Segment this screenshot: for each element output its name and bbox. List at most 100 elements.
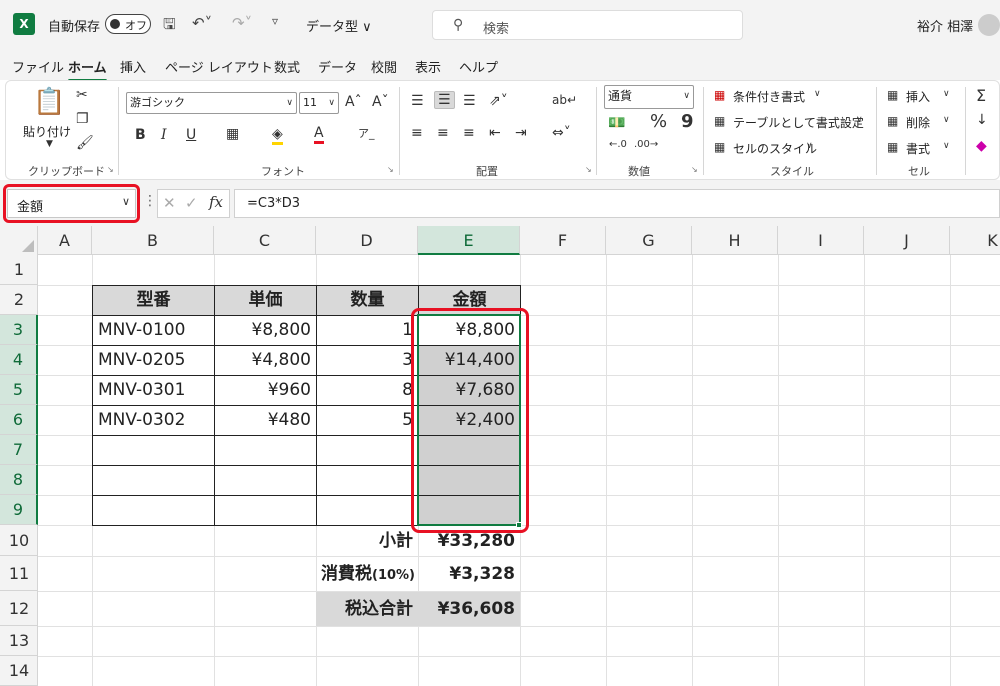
tab-data[interactable]: データ (318, 57, 357, 76)
table-cell[interactable] (92, 435, 215, 466)
table-cell[interactable]: ¥8,800 (214, 315, 317, 346)
percent-button[interactable]: % (650, 111, 667, 132)
align-top-icon[interactable]: ☰ (411, 93, 424, 109)
comma-style-button[interactable]: 9 (681, 111, 694, 132)
number-launcher-icon[interactable]: ↘ (691, 165, 698, 174)
conditional-format-icon[interactable]: ▦ (714, 88, 725, 102)
total-value[interactable]: ¥36,608 (418, 592, 520, 626)
tab-file[interactable]: ファイル (12, 57, 64, 76)
save-icon[interactable]: 🖫 (163, 14, 176, 39)
chevron-down-icon[interactable]: ∨ (856, 115, 863, 125)
number-format-combo[interactable]: 通貨 ∨ (604, 85, 694, 109)
table-cell[interactable] (316, 435, 419, 466)
document-title[interactable]: データ型 ∨ (306, 16, 372, 35)
table-cell[interactable]: MNV-0100 (92, 315, 215, 346)
font-name-combo[interactable]: 游ゴシック ∨ (126, 92, 297, 114)
copy-icon[interactable]: ❐ (76, 111, 89, 127)
row-header-5[interactable]: 5 (0, 375, 38, 405)
tab-formulas[interactable]: 数式 (274, 57, 300, 76)
table-cell[interactable]: MNV-0205 (92, 345, 215, 376)
table-header-quantity[interactable]: 数量 (316, 285, 419, 316)
table-cell[interactable] (92, 465, 215, 496)
cell-styles-button[interactable]: セルのスタイル (733, 140, 817, 157)
tab-review[interactable]: 校閲 (371, 57, 397, 76)
column-header-b[interactable]: B (92, 226, 214, 255)
undo-icon[interactable]: ↶˅ (192, 14, 212, 32)
row-header-7[interactable]: 7 (0, 435, 38, 465)
align-center-icon[interactable]: ≡ (437, 125, 449, 141)
borders-icon[interactable]: ▦ (226, 126, 239, 142)
tab-insert[interactable]: 挿入 (120, 57, 146, 76)
increase-indent-icon[interactable]: ⇥ (515, 125, 527, 141)
table-header-model[interactable]: 型番 (92, 285, 215, 316)
customize-qat-icon[interactable]: ▿ (272, 14, 278, 28)
table-cell[interactable]: ¥4,800 (214, 345, 317, 376)
column-header-d[interactable]: D (316, 226, 418, 255)
total-label[interactable]: 税込合計 (316, 592, 418, 626)
insert-cells-button[interactable]: 挿入 (906, 88, 930, 105)
tax-label-cell[interactable]: 消費税(10%) (316, 557, 418, 591)
bold-button[interactable]: B (135, 127, 146, 143)
column-header-e[interactable]: E (418, 226, 520, 255)
row-header-13[interactable]: 13 (0, 626, 38, 656)
phonetic-icon[interactable]: ア_ (358, 125, 375, 141)
align-middle-icon[interactable]: ☰ (434, 91, 455, 109)
chevron-down-icon[interactable]: ∨ (814, 89, 821, 99)
formula-input[interactable]: =C3*D3 (234, 189, 1000, 218)
cell-style-icon[interactable]: ▦ (714, 140, 725, 154)
align-left-icon[interactable]: ≡ (411, 125, 423, 141)
fill-color-icon[interactable]: ◈ (272, 126, 283, 145)
clipboard-launcher-icon[interactable]: ↘ (107, 165, 114, 174)
row-header-12[interactable]: 12 (0, 591, 38, 626)
chevron-down-icon[interactable]: ∨ (943, 115, 950, 125)
column-header-a[interactable]: A (38, 226, 92, 255)
row-header-8[interactable]: 8 (0, 465, 38, 495)
decrease-decimal-icon[interactable]: .00→ (634, 139, 658, 150)
increase-decimal-icon[interactable]: ←.0 (609, 139, 627, 150)
font-launcher-icon[interactable]: ↘ (387, 165, 394, 174)
cancel-icon[interactable]: ✕ (163, 194, 176, 212)
more-options-icon[interactable]: ⋮ (143, 193, 157, 209)
row-header-9[interactable]: 9 (0, 495, 38, 525)
decrease-indent-icon[interactable]: ⇤ (489, 125, 501, 141)
table-cell[interactable] (316, 495, 419, 526)
select-all-button[interactable] (0, 226, 38, 255)
fill-icon[interactable]: ↓ (976, 112, 988, 128)
column-header-c[interactable]: C (214, 226, 316, 255)
tax-value[interactable]: ¥3,328 (418, 557, 520, 591)
table-header-unit-price[interactable]: 単価 (214, 285, 317, 316)
table-cell[interactable] (92, 495, 215, 526)
italic-button[interactable]: I (161, 127, 167, 143)
delete-cells-button[interactable]: 削除 (906, 114, 930, 131)
search-box[interactable]: ⚲ 検索 (432, 10, 743, 40)
avatar[interactable] (978, 14, 1000, 36)
tab-page-layout[interactable]: ページ レイアウト (165, 57, 273, 76)
format-painter-icon[interactable]: 🖌 (76, 135, 94, 151)
chevron-down-icon[interactable]: ∨ (943, 141, 950, 151)
column-header-j[interactable]: J (864, 226, 950, 255)
format-as-table-button[interactable]: テーブルとして書式設定 (733, 114, 864, 131)
row-header-14[interactable]: 14 (0, 656, 38, 686)
table-cell[interactable]: 5 (316, 405, 419, 436)
autosum-button[interactable]: Σ (976, 86, 986, 105)
row-header-1[interactable]: 1 (0, 255, 38, 285)
tab-view[interactable]: 表示 (415, 57, 441, 76)
paste-icon[interactable]: 📋 (33, 87, 65, 117)
table-cell[interactable] (214, 435, 317, 466)
insert-function-button[interactable]: fx (209, 193, 223, 211)
cut-icon[interactable]: ✂ (76, 87, 88, 103)
shrink-font-icon[interactable]: Aˇ (372, 94, 389, 110)
row-header-2[interactable]: 2 (0, 285, 38, 315)
format-cells-icon[interactable]: ▦ (887, 140, 898, 154)
redo-icon[interactable]: ↷˅ (232, 14, 252, 32)
column-header-k[interactable]: K (950, 226, 1000, 255)
subtotal-label[interactable]: 小計 (316, 526, 418, 556)
align-right-icon[interactable]: ≡ (463, 125, 475, 141)
row-header-11[interactable]: 11 (0, 556, 38, 591)
table-format-icon[interactable]: ▦ (714, 114, 725, 128)
tab-home[interactable]: ホーム (68, 57, 107, 82)
row-header-4[interactable]: 4 (0, 345, 38, 375)
delete-cells-icon[interactable]: ▦ (887, 114, 898, 128)
chevron-down-icon[interactable]: ∨ (943, 89, 950, 99)
table-cell[interactable]: ¥480 (214, 405, 317, 436)
